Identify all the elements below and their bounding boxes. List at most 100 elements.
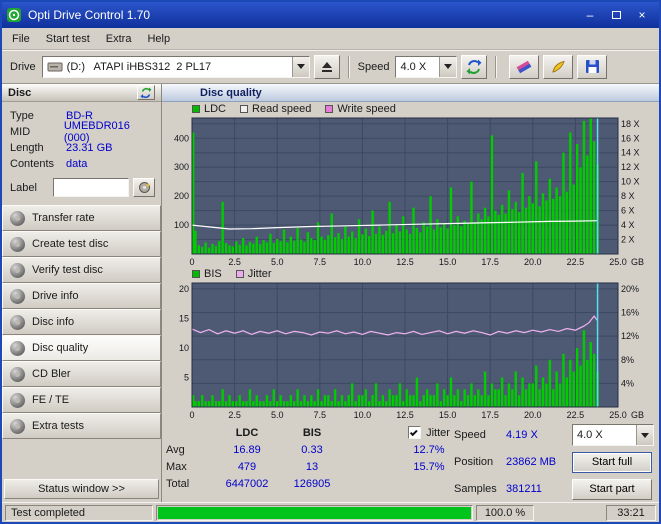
disc-label-input[interactable]: [53, 178, 130, 197]
nav-fe-te[interactable]: FE / TE: [2, 387, 161, 413]
eject-icon: [321, 61, 332, 72]
nav-verify-test-disc[interactable]: Verify test disc: [2, 257, 161, 283]
drive-select[interactable]: (D:) ATAPI iHBS312 2 PL17: [41, 55, 310, 78]
max-ldc-value: 479: [237, 460, 257, 473]
eraser-icon: [517, 60, 532, 73]
progress-fill: [158, 506, 471, 519]
disc-label-button[interactable]: [133, 178, 155, 197]
svg-text:22.5: 22.5: [567, 257, 585, 267]
title-bar: Opti Drive Control 1.70 – ×: [2, 2, 659, 28]
extra-tests-icon: [10, 418, 25, 434]
speed-select[interactable]: 4.0 X: [395, 55, 458, 78]
disc-contents-value[interactable]: data: [66, 158, 87, 170]
svg-text:17.5: 17.5: [481, 257, 499, 267]
nav-transfer-rate[interactable]: Transfer rate: [2, 205, 161, 231]
drive-label: Drive: [10, 60, 36, 73]
nav-disc-info[interactable]: Disc info: [2, 309, 161, 335]
toolbar: Drive (D:) ATAPI iHBS312 2 PL17 Speed 4.…: [2, 50, 659, 84]
svg-text:GB: GB: [631, 257, 644, 267]
bis-column-header: BIS: [302, 426, 322, 439]
disc-sparkle-icon: [138, 182, 151, 193]
result-speed-value: 4.19 X: [506, 429, 538, 441]
drive-icon: [47, 62, 63, 71]
erase-disc-button[interactable]: [509, 54, 540, 79]
chart1-legend: LDC Read speed Write speed: [162, 102, 659, 115]
nav-create-test-disc[interactable]: Create test disc: [2, 231, 161, 257]
nav-buttons: Transfer rate Create test disc Verify te…: [2, 205, 161, 439]
save-button[interactable]: [577, 54, 608, 79]
nav-cd-bler[interactable]: CD Bler: [2, 361, 161, 387]
svg-text:7.5: 7.5: [314, 257, 327, 267]
menu-start-test[interactable]: Start test: [38, 30, 98, 48]
samples-label: Samples: [454, 483, 497, 495]
svg-text:0: 0: [189, 410, 194, 420]
total-bis-value: 126905: [293, 477, 331, 490]
svg-text:8 X: 8 X: [621, 191, 635, 201]
status-text: Test completed: [5, 504, 153, 521]
progress-percent: 100.0 %: [476, 504, 534, 521]
svg-text:GB: GB: [631, 410, 644, 420]
menu-file[interactable]: File: [4, 30, 38, 48]
position-label: Position: [454, 456, 494, 468]
legend-read-speed: Read speed: [240, 103, 311, 115]
fe-te-icon: [10, 392, 25, 408]
nav-disc-quality[interactable]: Disc quality: [2, 335, 161, 361]
refresh-button[interactable]: [461, 54, 488, 79]
jitter-checkbox[interactable]: [408, 426, 422, 439]
eject-button[interactable]: [313, 54, 340, 79]
svg-text:15.0: 15.0: [439, 410, 457, 420]
close-button[interactable]: ×: [629, 5, 655, 25]
speed-dropdown-icon[interactable]: [439, 56, 457, 77]
svg-text:12.5: 12.5: [396, 257, 414, 267]
drive-value: (D:) ATAPI iHBS312 2 PL17: [66, 60, 212, 73]
create-test-disc-icon: [10, 236, 25, 252]
bis-jitter-chart: 5 10 15 20 4% 8% 12% 16% 20% 0 2.5 5.0 7.5 10.0 12.5 15…: [179, 282, 644, 420]
disc-refresh-icon: [140, 87, 152, 98]
status-window-button[interactable]: Status window >>: [4, 479, 159, 499]
svg-text:100: 100: [174, 220, 189, 230]
disc-refresh-button[interactable]: [137, 85, 155, 100]
window-title: Opti Drive Control 1.70: [28, 8, 151, 22]
test-speed-select[interactable]: 4.0 X: [572, 424, 654, 446]
nav-extra-tests[interactable]: Extra tests: [2, 413, 161, 439]
refresh-icon: [466, 59, 482, 74]
test-controls: Speed 4.19 X 4.0 X Position 23862 MB Sta…: [454, 424, 655, 505]
legend-jitter: Jitter: [235, 268, 272, 280]
samples-value: 381211: [506, 483, 542, 495]
start-part-button[interactable]: Start part: [572, 478, 652, 500]
svg-text:17.5: 17.5: [481, 410, 499, 420]
menu-help[interactable]: Help: [139, 30, 178, 48]
svg-text:400: 400: [174, 133, 189, 143]
nav-drive-info[interactable]: Drive info: [2, 283, 161, 309]
svg-text:4 X: 4 X: [621, 220, 635, 230]
svg-text:5.0: 5.0: [271, 257, 284, 267]
disc-label-row: Label: [2, 174, 161, 205]
position-value: 23862 MB: [506, 456, 557, 468]
disc-panel-header: Disc: [2, 84, 161, 102]
svg-text:25.0: 25.0: [609, 410, 627, 420]
drive-dropdown-icon[interactable]: [291, 56, 309, 77]
window-controls: – ×: [577, 5, 655, 25]
total-ldc-value: 6447002: [225, 477, 269, 490]
svg-text:20: 20: [179, 284, 189, 294]
test-speed-dropdown-icon[interactable]: [636, 425, 653, 445]
disc-type-label: Type: [10, 110, 34, 122]
speed-value: 4.0 X: [400, 60, 427, 73]
legend-write-speed: Write speed: [325, 103, 396, 115]
disc-mid-value: UMEBDR016 (000): [63, 120, 130, 144]
svg-text:2.5: 2.5: [228, 410, 241, 420]
menu-bar: File Start test Extra Help: [2, 28, 659, 50]
copy-results-button[interactable]: [543, 54, 574, 79]
start-full-button[interactable]: Start full: [572, 451, 652, 473]
maximize-button[interactable]: [603, 5, 629, 25]
disc-info-icon: [10, 314, 25, 330]
cd-bler-icon: [10, 366, 25, 382]
menu-extra[interactable]: Extra: [98, 30, 140, 48]
drive-info-icon: [10, 288, 25, 304]
minimize-button[interactable]: –: [577, 5, 603, 25]
svg-text:15.0: 15.0: [439, 257, 457, 267]
ldc-read-speed-chart: 100 200 300 400 2 X 4 X 6 X 8 X 10 X 12 X 14 X 16 X…: [174, 117, 644, 267]
svg-text:2 X: 2 X: [621, 235, 635, 245]
verify-test-disc-icon: [10, 262, 25, 278]
svg-text:12 X: 12 X: [621, 162, 640, 172]
